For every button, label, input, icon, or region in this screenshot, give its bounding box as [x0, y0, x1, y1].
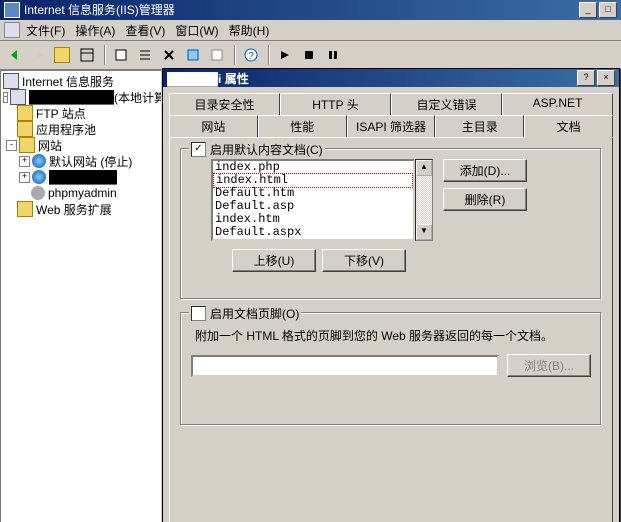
svg-text:?: ?: [248, 51, 254, 62]
tab-custom-errors[interactable]: 自定义错误: [391, 93, 502, 115]
menu-file[interactable]: 文件(F): [26, 22, 65, 39]
dialog-close-button[interactable]: ×: [597, 70, 615, 86]
enable-default-docs-checkbox[interactable]: ✓: [191, 142, 206, 157]
forward-button: [28, 44, 50, 66]
help-button[interactable]: ?: [240, 44, 262, 66]
tree-websites[interactable]: -网站: [3, 137, 159, 153]
dialog-title-suffix: 属性: [225, 72, 249, 86]
app-icon: [4, 2, 20, 18]
enable-footer-label: 启用文档页脚(O): [210, 305, 299, 322]
pause-button[interactable]: [322, 44, 344, 66]
dialog-titlebar[interactable]: ██████i 属性 ? ×: [163, 69, 619, 87]
dialog-help-button[interactable]: ?: [577, 70, 595, 86]
enable-footer-checkbox[interactable]: [191, 306, 206, 321]
doc-footer-group: 启用文档页脚(O) 附加一个 HTML 格式的页脚到您的 Web 服务器返回的每…: [180, 312, 602, 426]
footer-desc: 附加一个 HTML 格式的页脚到您的 Web 服务器返回的每一个文档。: [195, 327, 587, 344]
remove-button[interactable]: 删除(R): [443, 188, 527, 211]
tab-isapi[interactable]: ISAPI 筛选器: [347, 115, 436, 137]
tree-root[interactable]: Internet 信息服务: [3, 73, 159, 89]
scroll-down-icon[interactable]: ▼: [416, 224, 432, 240]
default-docs-group: ✓ 启用默认内容文档(C) index.php index.html Defau…: [180, 148, 602, 300]
movedown-button[interactable]: 下移(V): [322, 249, 406, 272]
tree-webext[interactable]: Web 服务扩展: [3, 201, 159, 217]
tree-phpmyadmin[interactable]: phpmyadmin: [3, 185, 159, 201]
browse-button: 浏览(B)...: [507, 354, 591, 377]
add-button[interactable]: 添加(D)...: [443, 159, 527, 182]
menu-help[interactable]: 帮助(H): [229, 22, 270, 39]
delete-button[interactable]: [158, 44, 180, 66]
maximize-button[interactable]: □: [599, 2, 617, 18]
tree-site2[interactable]: +████████: [3, 169, 159, 185]
props-button[interactable]: [110, 44, 132, 66]
tab-website[interactable]: 网站: [169, 115, 258, 137]
mmc-icon: [4, 22, 20, 38]
tab-panel: ✓ 启用默认内容文档(C) index.php index.html Defau…: [169, 137, 613, 522]
minimize-button[interactable]: _: [579, 2, 597, 18]
tab-homedir[interactable]: 主目录: [435, 115, 524, 137]
menu-view[interactable]: 查看(V): [125, 22, 165, 39]
tree-computer[interactable]: -██████████(本地计算...): [3, 89, 159, 105]
list-scrollbar[interactable]: ▲ ▼: [415, 159, 433, 241]
tree-apppool[interactable]: 应用程序池: [3, 121, 159, 137]
tab-dir-security[interactable]: 目录安全性: [169, 93, 280, 115]
menubar: 文件(F) 操作(A) 查看(V) 窗口(W) 帮助(H): [0, 20, 621, 41]
window-title: Internet 信息服务(IIS)管理器: [24, 0, 577, 20]
tree-panel[interactable]: Internet 信息服务 -██████████(本地计算...) FTP 站…: [0, 70, 162, 522]
tab-aspnet[interactable]: ASP.NET: [502, 93, 613, 115]
enable-default-docs-label: 启用默认内容文档(C): [210, 141, 323, 158]
tab-performance[interactable]: 性能: [258, 115, 347, 137]
play-button[interactable]: [274, 44, 296, 66]
list-button[interactable]: [134, 44, 156, 66]
tab-documents[interactable]: 文档: [524, 115, 613, 138]
back-button[interactable]: [4, 44, 26, 66]
scroll-up-icon[interactable]: ▲: [416, 160, 432, 176]
dialog-title-obj: ██████i: [167, 72, 221, 86]
refresh-button[interactable]: [182, 44, 204, 66]
tree-ftp[interactable]: FTP 站点: [3, 105, 159, 121]
tree-defaultsite[interactable]: +默认网站 (停止): [3, 153, 159, 169]
main-titlebar: Internet 信息服务(IIS)管理器 _ □: [0, 0, 621, 20]
properties-dialog: ██████i 属性 ? × 目录安全性 HTTP 头 自定义错误 ASP.NE…: [162, 68, 620, 522]
menu-action[interactable]: 操作(A): [75, 22, 115, 39]
tab-http-headers[interactable]: HTTP 头: [280, 93, 391, 115]
default-docs-list[interactable]: index.php index.html Default.htm Default…: [211, 159, 415, 241]
up-button[interactable]: [52, 44, 74, 66]
toolbar: ?: [0, 41, 621, 70]
moveup-button[interactable]: 上移(U): [232, 249, 316, 272]
list-item[interactable]: Default.aspx: [213, 226, 413, 239]
tree-button[interactable]: [76, 44, 98, 66]
export-button[interactable]: [206, 44, 228, 66]
stop-button[interactable]: [298, 44, 320, 66]
menu-window[interactable]: 窗口(W): [175, 22, 218, 39]
footer-path-field[interactable]: [191, 355, 499, 377]
